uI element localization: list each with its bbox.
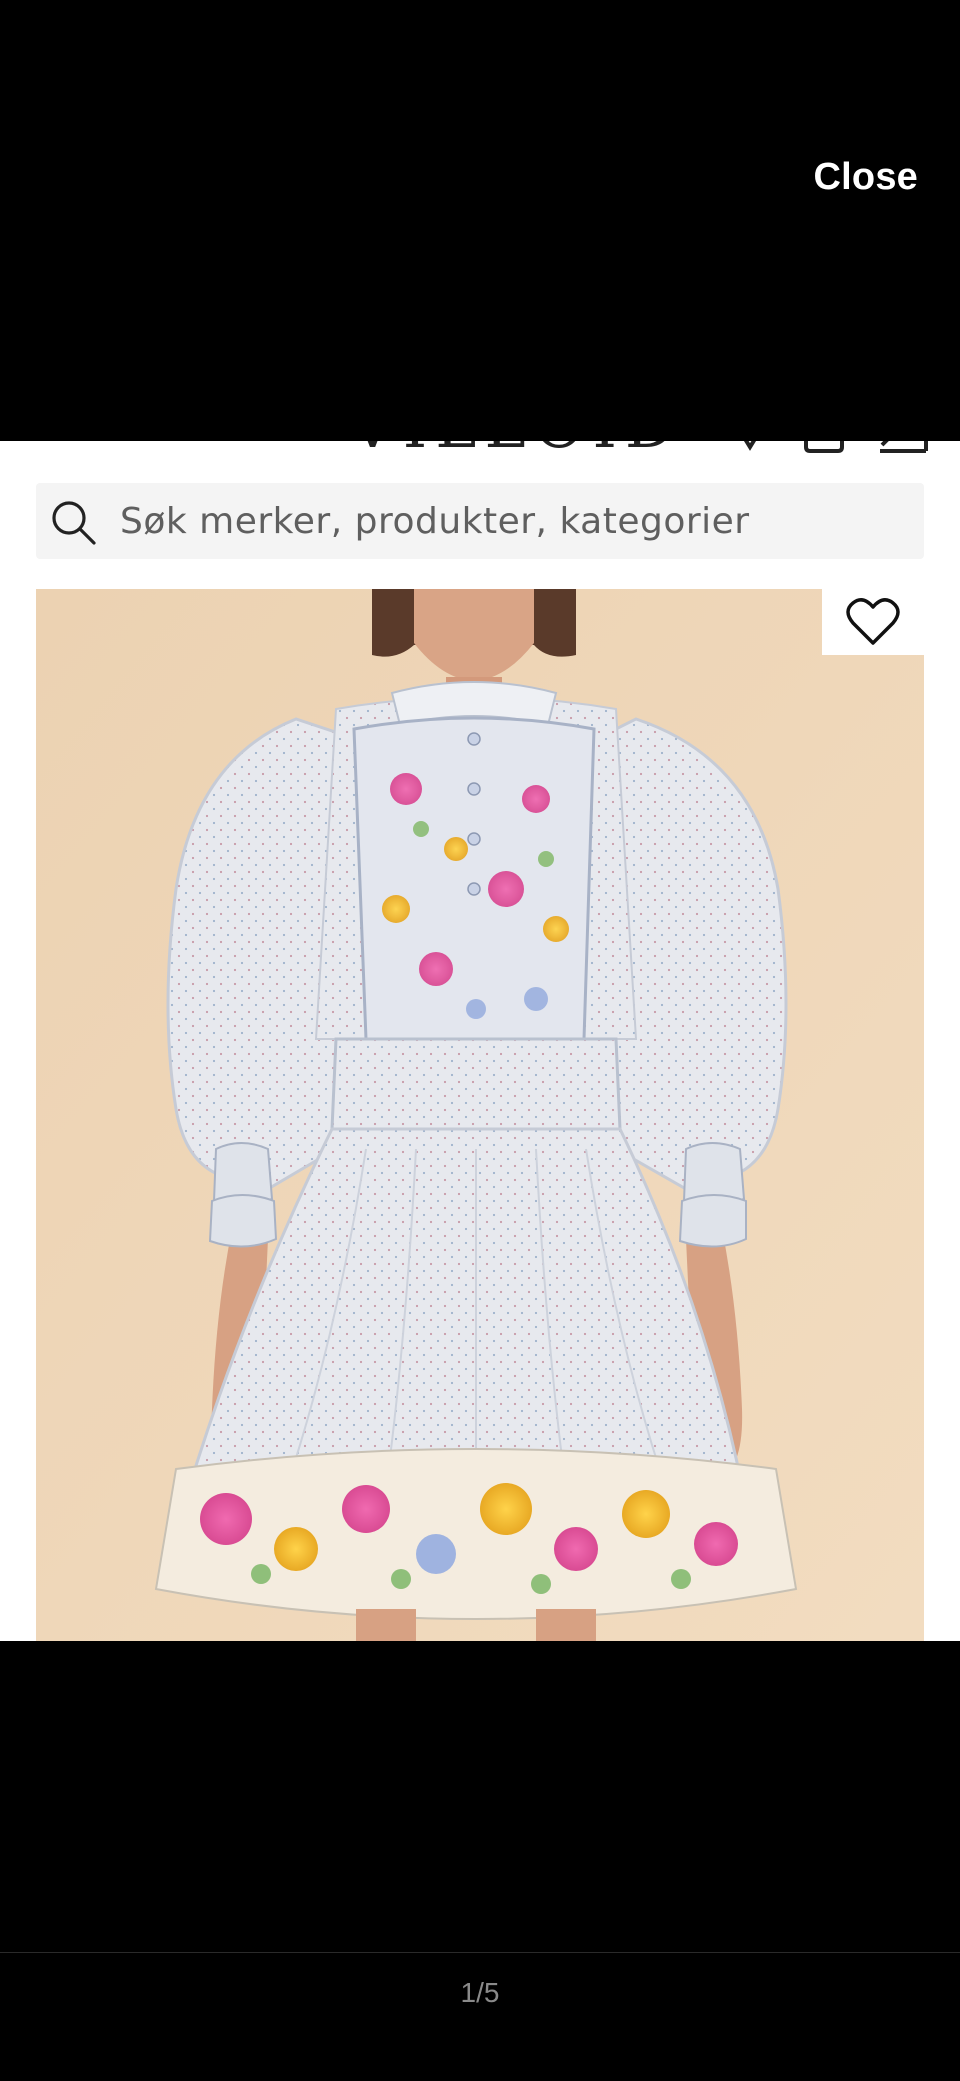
close-button[interactable]: Close <box>814 156 918 199</box>
cart-icon[interactable] <box>876 441 930 457</box>
site-header: VILLOID <box>0 441 960 481</box>
search-input[interactable] <box>120 483 900 559</box>
product-image[interactable] <box>36 589 924 1641</box>
dress-photo <box>36 589 924 1641</box>
pager-counter: 1/5 <box>460 1977 500 2008</box>
site-logo[interactable]: VILLOID <box>350 441 683 457</box>
account-icon[interactable] <box>800 441 848 457</box>
heart-icon[interactable] <box>730 441 770 457</box>
search-icon <box>52 501 96 545</box>
heart-outline-icon <box>846 598 900 645</box>
image-viewer-overlay: Close VILLOID <box>0 0 960 2081</box>
search-bar[interactable] <box>36 483 924 559</box>
favorite-button[interactable] <box>822 589 924 655</box>
image-pager: 1/5 <box>0 1952 960 2081</box>
page-screenshot: VILLOID <box>0 441 960 1641</box>
